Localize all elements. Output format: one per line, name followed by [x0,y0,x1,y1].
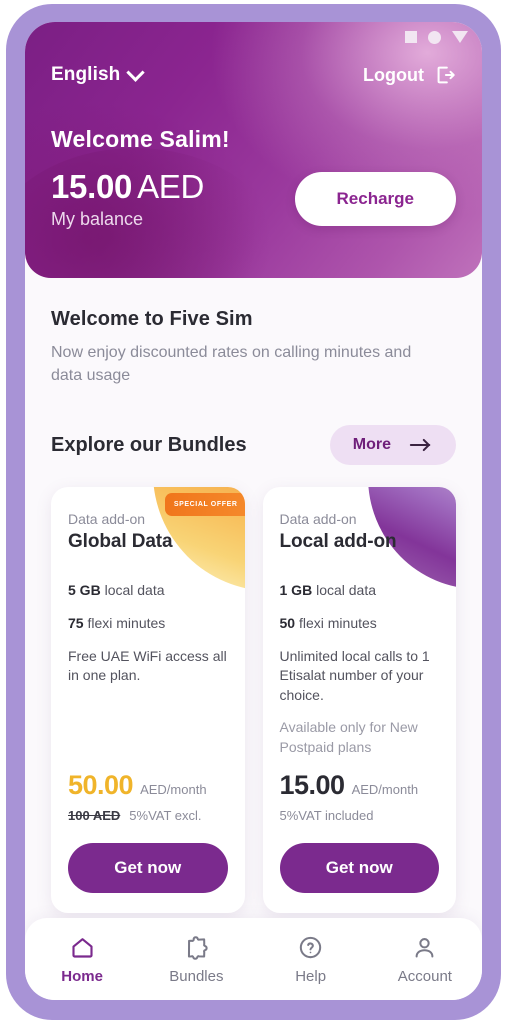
triangle-down-icon [452,31,468,43]
feature-bold: 5 GB [68,582,101,599]
vat-note: 5%VAT included [279,807,374,823]
card-spacer [68,686,228,770]
nav-label: Home [61,967,103,985]
price-unit: AED/month [351,781,419,797]
logout-label: Logout [363,64,424,85]
circle-icon [428,30,441,44]
nav-label: Bundles [169,967,224,985]
bundle-card-list: SPECIAL OFFER Data add-on Global Data 5 … [25,465,482,913]
price-subline: 100 AED 5%VAT excl. [68,808,228,823]
more-bundles-button[interactable]: More [329,425,456,466]
more-label: More [352,436,391,454]
feature-item: 75 flexi minutes [68,614,228,634]
price-unit: AED/month [140,781,207,797]
feature-item: Available only for New Postpaid plans [280,718,440,757]
feature-bold: 75 [68,615,84,632]
get-now-button[interactable]: Get now [68,842,228,893]
get-now-button[interactable]: Get now [279,842,439,893]
header-top-row: English Logout [25,48,482,86]
price-line: 15.00 AED/month [280,770,440,801]
feature-item: Unlimited local calls to 1 Etisalat numb… [280,647,440,706]
arrow-right-icon [409,439,431,452]
question-circle-icon [299,936,322,958]
balance-label: My balance [51,208,144,229]
bundles-section-title: Explore our Bundles [51,433,247,456]
logout-button[interactable]: Logout [363,64,456,86]
intro-section: Welcome to Five Sim Now enjoy discounted… [25,278,482,387]
feature-rest: local data [316,582,377,599]
balance-amount-line: 15.00 AED [51,169,204,205]
square-icon [405,31,417,43]
feature-rest: flexi minutes [298,615,377,632]
feature-item: 5 GB local data [68,581,228,601]
balance-block: 15.00 AED My balance [51,169,204,230]
balance-row: 15.00 AED My balance Recharge [25,153,482,230]
balance-amount: 15.00 [51,168,133,205]
card-spacer [280,758,440,770]
status-bar [25,22,482,48]
card-title: Global Data [68,531,173,553]
card-kicker: Data add-on [68,511,146,528]
price-amount: 15.00 [279,769,346,800]
person-icon [415,937,434,958]
intro-subtitle: Now enjoy discounted rates on calling mi… [51,344,412,384]
nav-item-bundles[interactable]: Bundles [153,934,239,985]
feature-bold: 1 GB [279,582,313,599]
feature-rest: Unlimited local calls to 1 Etisalat numb… [279,647,430,703]
old-price: 100 AED [68,807,121,823]
nav-item-home[interactable]: Home [39,934,125,985]
phone-frame: English Logout Welcome Salim! 15.00 AED … [6,4,501,1020]
bundle-card-local-add-on[interactable]: Data add-on Local add-on 1 GB local data… [262,487,456,913]
feature-rest: flexi minutes [87,615,166,632]
balance-currency: AED [137,168,205,205]
nav-label: Account [397,967,452,985]
price-subline: 5%VAT included [280,808,440,823]
recharge-button[interactable]: Recharge [294,172,456,227]
logout-icon [437,66,455,84]
welcome-greeting: Welcome Salim! [51,126,230,152]
nav-label: Help [295,967,327,985]
feature-bold: 50 [279,615,296,632]
vat-note: 5%VAT excl. [129,807,202,823]
feature-item: 1 GB local data [280,581,440,601]
feature-list: 1 GB local data 50 flexi minutes Unlimit… [280,581,440,757]
feature-item: 50 flexi minutes [280,614,440,634]
nav-item-account[interactable]: Account [382,934,468,985]
main-content: Welcome to Five Sim Now enjoy discounted… [25,278,482,918]
feature-item: Free UAE WiFi access all in one plan. [68,647,228,686]
feature-rest: local data [104,582,165,599]
language-selector[interactable]: English [51,62,146,86]
feature-rest: Free UAE WiFi access all in one plan. [68,647,227,684]
intro-title: Welcome to Five Sim [51,308,253,330]
bottom-navigation: Home Bundles Help Account [25,918,482,1000]
bundle-card-global-data[interactable]: SPECIAL OFFER Data add-on Global Data 5 … [51,487,245,913]
card-title: Local add-on [279,531,397,553]
price-line: 50.00 AED/month [68,770,228,801]
price-amount: 50.00 [68,769,134,800]
chevron-down-icon [126,62,146,82]
bundles-header: Explore our Bundles More [25,387,482,466]
card-kicker: Data add-on [279,511,357,528]
language-label: English [51,64,121,85]
feature-list: 5 GB local data 75 flexi minutes Free UA… [68,581,228,685]
header-panel: English Logout Welcome Salim! 15.00 AED … [25,22,482,278]
feature-rest: Available only for New Postpaid plans [279,719,418,755]
home-icon [72,937,93,958]
nav-item-help[interactable]: Help [268,934,354,985]
app-screen: English Logout Welcome Salim! 15.00 AED … [25,22,482,1000]
puzzle-piece-icon [187,935,208,960]
